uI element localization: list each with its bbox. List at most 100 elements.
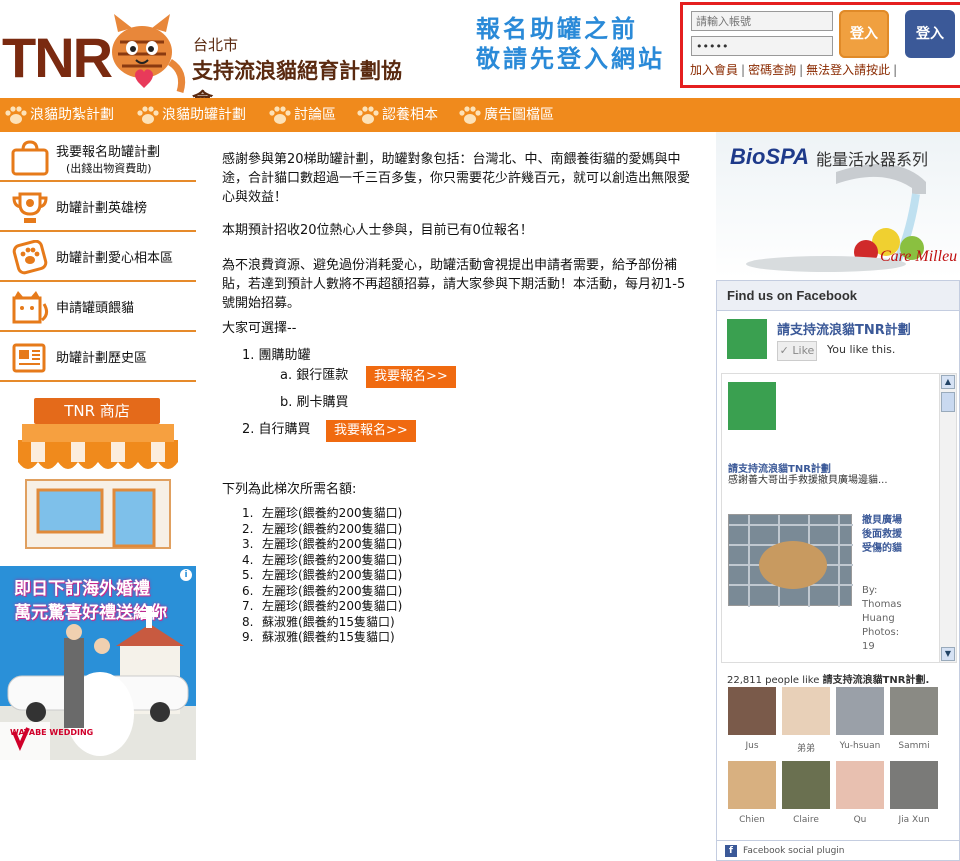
facebook-widget: Find us on Facebook 請支持流浪貓TNR計劃 ✓ Like Y… [716, 280, 960, 861]
sidebar-item-history[interactable]: 助罐計劃歷史區 [0, 332, 196, 382]
paw-icon [5, 106, 27, 124]
fan-name: 弟弟 [796, 744, 815, 754]
quota-item-label: 左麗珍(餵養約200隻貓口) [262, 568, 403, 582]
sidebar-item-photo-album[interactable]: 助罐計劃愛心相本區 [0, 232, 196, 282]
fb-fan[interactable]: Sammi [889, 687, 939, 751]
quota-item-number: 8. [242, 614, 254, 629]
sidebar-item-sublabel: (出錢出物資費助) [66, 162, 152, 175]
password-lookup-link[interactable]: 密碼查詢 [748, 63, 796, 77]
fb-post-link[interactable]: 撤貝廣場後面救援受傷的貓 [862, 514, 904, 556]
quota-item: 6. 左麗珍(餵養約200隻貓口) [242, 584, 402, 600]
nav-label: 廣告圖檔區 [484, 107, 554, 123]
notice-text: 為不浪費資源、避免過份消耗愛心，助罐活動會視提出申請者需要，給予部份補貼，若達到… [222, 258, 686, 311]
page: TNR 台北市 支持流浪貓絕育計劃協會 報名助罐之前 敬請先登入網站 [0, 0, 960, 861]
nav-item-can-plan[interactable]: 浪貓助罐計劃 [136, 98, 246, 132]
intro-text: 感謝參與第20梯助罐計劃，助罐對象包括：台灣北、中、南餵養街貓的愛媽與中途，合計… [222, 152, 691, 205]
nav-item-spay-plan[interactable]: 浪貓助紮計劃 [4, 98, 114, 132]
slogan-line-1: 報名助罐之前 [476, 15, 638, 43]
option-number: 1. [242, 348, 255, 363]
recruit-text: 本期預計招收20位熱心人士參與，目前已有0位報名！ [222, 223, 533, 238]
fb-page-name[interactable]: 請支持流浪貓TNR計劃 [777, 319, 911, 338]
wedding-ad-banner[interactable]: 即日下訂海外婚禮 萬元驚喜好禮送給你 WATABE WEDDING i [0, 566, 196, 760]
left-sidebar: 我要報名助罐計劃 (出錢出物資費助) 助罐計劃英雄榜 助罐計劃愛心相本區 申請罐… [0, 132, 196, 861]
fan-name: Yu-hsuan [839, 741, 881, 751]
quota-item-label: 蘇淑雅(餵養約15隻貓口) [262, 630, 395, 644]
fb-page-avatar[interactable] [727, 319, 767, 359]
main-nav: 浪貓助紮計劃 浪貓助罐計劃 討論區 認養相本 廣告圖檔區 [0, 98, 960, 132]
paw-icon [137, 106, 159, 124]
ad-brand: BioSPA [730, 144, 810, 169]
nav-item-adoption-album[interactable]: 認養相本 [356, 98, 438, 132]
quota-item-number: 6. [242, 583, 254, 598]
fb-fan[interactable]: Yu-hsuan [835, 687, 885, 751]
sidebar-item-signup[interactable]: 我要報名助罐計劃 (出錢出物資費助) [0, 132, 196, 182]
fb-stream[interactable]: 請支持流浪貓TNR計劃 感謝善大哥出手救援撤貝廣場邊貓... 撤貝廣場後面救援受… [721, 373, 957, 663]
option-1: 1. 團購助罐 [242, 345, 311, 367]
sidebar-item-heroes[interactable]: 助罐計劃英雄榜 [0, 182, 196, 232]
fb-fan[interactable]: 弟弟 [781, 687, 831, 754]
quota-item: 1. 左麗珍(餵養約200隻貓口) [242, 506, 402, 522]
fb-fan[interactable]: Chien [727, 761, 777, 825]
fan-name: Qu [853, 815, 867, 825]
quota-item-label: 左麗珍(餵養約200隻貓口) [262, 537, 403, 551]
fb-footer-label[interactable]: Facebook social plugin [743, 846, 845, 856]
fb-fan[interactable]: Jia Xun [889, 761, 939, 825]
quota-item: 7. 左麗珍(餵養約200隻貓口) [242, 599, 402, 615]
quota-item: 5. 左麗珍(餵養約200隻貓口) [242, 568, 402, 584]
password-input[interactable] [691, 36, 833, 56]
fb-post-avatar[interactable] [728, 382, 776, 430]
option-letter: a. [280, 368, 293, 383]
sidebar-item-label: 助罐計劃英雄榜 [56, 201, 148, 216]
option-1a-label: 銀行匯款 [296, 368, 349, 383]
scroll-thumb[interactable] [941, 392, 955, 412]
nav-item-forum[interactable]: 討論區 [268, 98, 336, 132]
sidebar-item-request-cans[interactable]: 申請罐頭餵貓 [0, 282, 196, 332]
ad-info-icon[interactable]: i [180, 569, 192, 581]
login-button[interactable]: 登入 [839, 10, 889, 58]
ad-brand: WATABE WEDDING [10, 728, 94, 737]
fan-name: Jia Xun [898, 815, 930, 825]
bag-icon [11, 140, 49, 176]
quota-item-number: 2. [242, 521, 254, 536]
fb-stream-scrollbar[interactable]: ▲ ▼ [939, 374, 956, 662]
quota-title: 下列為此梯次所需名額: [222, 482, 357, 497]
quota-item: 2. 左麗珍(餵養約200隻貓口) [242, 522, 402, 538]
option-number: 2. [242, 422, 255, 437]
fb-fan-count-number: 22,811 people like [727, 675, 820, 686]
fb-like-button[interactable]: ✓ Like [777, 341, 817, 361]
quota-item: 3. 左麗珍(餵養約200隻貓口) [242, 537, 402, 553]
login-help-link[interactable]: 無法登入請按此 [806, 63, 890, 77]
account-input[interactable] [691, 11, 833, 31]
ad-brand-secondary: Care Milleu [880, 248, 958, 265]
scroll-up-icon[interactable]: ▲ [941, 375, 955, 389]
fb-fan[interactable]: Claire [781, 761, 831, 825]
paw-icon [357, 106, 379, 124]
quota-item: 4. 左麗珍(餵養約200隻貓口) [242, 553, 402, 569]
paw-icon [269, 106, 291, 124]
fan-avatar [782, 761, 830, 809]
fb-post-photo[interactable] [728, 514, 853, 607]
fb-fan[interactable]: Jus [727, 687, 777, 751]
fan-name: Sammi [898, 741, 930, 751]
quota-list: 1. 左麗珍(餵養約200隻貓口) 2. 左麗珍(餵養約200隻貓口) 3. 左麗珍(餵養… [242, 506, 402, 646]
fan-avatar [728, 687, 776, 735]
signup-bank-transfer-button[interactable]: 我要報名>> [366, 366, 456, 388]
fb-fan-count-page[interactable]: 請支持流浪貓TNR計劃. [823, 675, 930, 686]
nav-item-ad-files[interactable]: 廣告圖檔區 [458, 98, 554, 132]
option-2-label: 自行購買 [258, 422, 311, 437]
site-logo[interactable]: TNR 台北市 支持流浪貓絕育計劃協會 [0, 10, 420, 113]
fan-avatar [836, 687, 884, 735]
scroll-down-icon[interactable]: ▼ [941, 647, 955, 661]
signup-self-purchase-button[interactable]: 我要報名>> [326, 420, 416, 442]
nav-label: 認養相本 [382, 107, 438, 123]
biospa-ad-banner[interactable]: BioSPA 能量活水器系列 Care Milleu [716, 132, 960, 278]
ad-tagline: 能量活水器系列 [816, 150, 929, 169]
fb-post-title[interactable]: 請支持流浪貓TNR計劃 [728, 460, 831, 475]
fb-fan[interactable]: Qu [835, 761, 885, 825]
tnr-shop-banner[interactable]: TNR 商店 [18, 394, 178, 550]
join-member-link[interactable]: 加入會員 [690, 63, 738, 77]
facebook-login-button[interactable]: 登入 [905, 10, 955, 58]
caged-cat-photo-icon [729, 515, 853, 607]
quota-item-label: 左麗珍(餵養約200隻貓口) [262, 552, 403, 567]
quota-item-number: 7. [242, 599, 254, 613]
